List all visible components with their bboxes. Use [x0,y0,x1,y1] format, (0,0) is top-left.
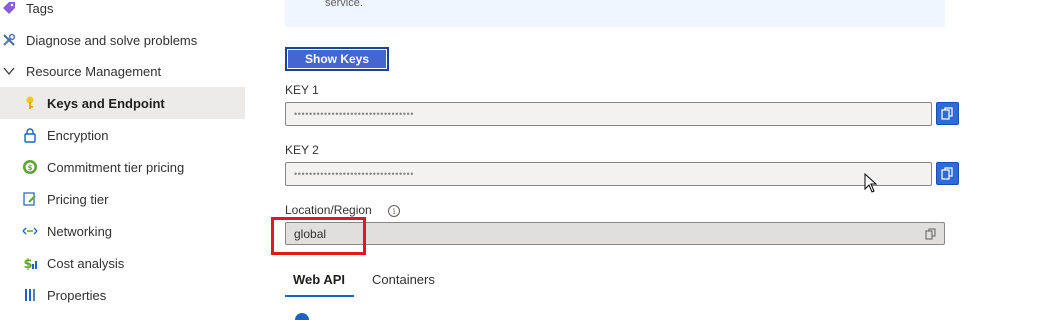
copy-key2-button[interactable] [936,162,959,185]
copy-key1-button[interactable] [936,102,959,125]
sidebar-item-diagnose[interactable]: Diagnose and solve problems [0,24,245,56]
tag-icon [0,0,18,17]
sidebar-item-keys-and-endpoint[interactable]: Keys and Endpoint [0,87,245,119]
sidebar-item-label: Pricing tier [47,191,109,207]
sidebar-item-label: Resource Management [26,63,162,79]
lock-icon [21,126,39,144]
tab-containers[interactable]: Containers [372,272,435,287]
sidebar-item-label: Commitment tier pricing [47,159,185,175]
edit-doc-icon [21,190,39,208]
info-icon[interactable]: i [388,205,400,217]
wrench-icon [0,31,18,49]
copy-icon [941,107,953,120]
chevron-down-icon [0,62,18,80]
key-icon [21,94,39,112]
copy-icon [925,228,936,240]
sidebar-group-resource-management[interactable]: Resource Management [0,55,245,87]
sidebar: Tags Diagnose and solve problems Resourc… [0,0,245,320]
sidebar-item-label: Networking [47,223,113,239]
network-icon [21,222,39,240]
sidebar-item-encryption[interactable]: Encryption [0,119,245,151]
sidebar-item-label: Keys and Endpoint [47,95,165,111]
banner-text: service. [325,0,363,9]
sidebar-item-commitment-tier-pricing[interactable]: $ Commitment tier pricing [0,151,245,183]
properties-icon [21,286,39,304]
mouse-cursor-icon [864,173,878,193]
key1-field[interactable]: •••••••••••••••••••••••••••••••• [285,102,932,126]
sidebar-item-label: Diagnose and solve problems [26,32,198,48]
tab-underline [285,295,354,297]
region-label: Location/Region [285,203,372,217]
sidebar-item-label: Cost analysis [47,255,125,271]
coin-icon: $ [21,158,39,176]
sidebar-item-label: Properties [47,287,107,303]
sidebar-item-networking[interactable]: Networking [0,215,245,247]
sidebar-item-label: Tags [26,0,54,16]
region-value: global [294,226,327,241]
key2-label: KEY 2 [285,143,319,157]
sidebar-item-tags[interactable]: Tags [0,0,245,24]
sidebar-item-label: Encryption [47,127,109,143]
sidebar-item-pricing-tier[interactable]: Pricing tier [0,183,245,215]
info-banner [285,0,945,27]
copy-region-button[interactable] [924,227,938,241]
show-keys-button[interactable]: Show Keys [285,47,389,71]
copy-icon [941,167,953,180]
key1-label: KEY 1 [285,83,319,97]
sidebar-item-cost-analysis[interactable]: $ Cost analysis [0,247,245,279]
sidebar-item-properties[interactable]: Properties [0,279,245,311]
svg-text:$: $ [28,164,33,172]
info-circle-icon [295,313,309,320]
svg-text:$: $ [23,257,32,271]
dollar-icon: $ [21,254,39,272]
key2-field[interactable]: •••••••••••••••••••••••••••••••• [285,162,932,186]
tab-web-api[interactable]: Web API [293,272,345,287]
region-field: global [285,222,945,245]
